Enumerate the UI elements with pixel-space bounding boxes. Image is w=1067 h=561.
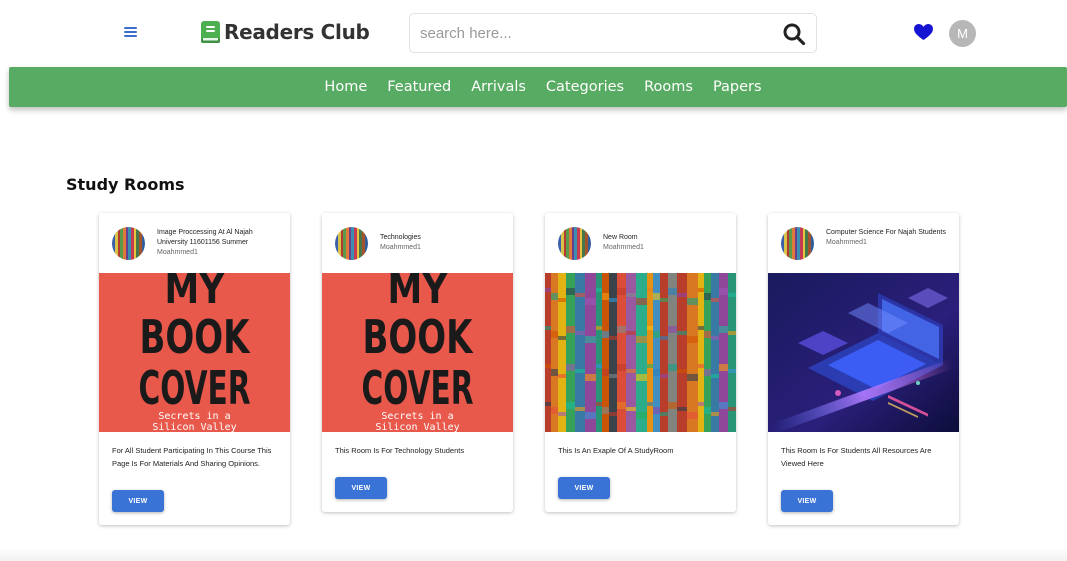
- room-cover-image[interactable]: [545, 273, 736, 432]
- favorites-heart-icon[interactable]: [914, 24, 933, 41]
- nav-arrivals[interactable]: Arrivals: [471, 79, 526, 95]
- cover-line-2: BOOK: [140, 310, 252, 364]
- room-title: Technologies: [380, 234, 421, 241]
- room-title: Image Proccessing At Al Najah University…: [157, 229, 253, 246]
- section-title: Study Rooms: [66, 175, 185, 194]
- room-cover-image[interactable]: [768, 273, 959, 432]
- room-cover-image[interactable]: MY BOOK COVER Secrets in a Silicon Valle…: [322, 273, 513, 432]
- top-bar: Readers Club M: [0, 0, 1067, 66]
- room-owner: Moahmmed1: [603, 244, 644, 251]
- room-owner: Moahmmed1: [157, 249, 198, 256]
- cover-line-3: COVER: [139, 361, 251, 415]
- room-card-header: Computer Science For Najah Students Moah…: [768, 213, 959, 273]
- view-room-button[interactable]: VIEW: [335, 477, 387, 499]
- cover-line-3: COVER: [362, 361, 474, 415]
- room-avatar: [781, 227, 814, 260]
- view-room-button[interactable]: VIEW: [112, 490, 164, 512]
- room-card: Image Proccessing At Al Najah University…: [99, 213, 290, 525]
- cover-subtitle-2: Silicon Valley: [152, 422, 236, 432]
- main-navbar: Home Featured Arrivals Categories Rooms …: [9, 67, 1067, 107]
- room-title: Computer Science For Najah Students: [826, 229, 946, 236]
- room-card: New Room Moahmmed1 This Is An Exaple Of …: [545, 213, 736, 512]
- book-logo-icon: [201, 21, 220, 43]
- cover-subtitle-1: Secrets in a: [381, 411, 453, 422]
- room-card-header: New Room Moahmmed1: [545, 213, 736, 273]
- user-avatar[interactable]: M: [949, 20, 976, 47]
- cover-line-1: MY: [165, 273, 225, 313]
- nav-featured[interactable]: Featured: [387, 79, 451, 95]
- cover-subtitle-2: Silicon Valley: [375, 422, 459, 432]
- room-avatar: [112, 227, 145, 260]
- menu-icon[interactable]: [124, 27, 137, 37]
- room-card-header: Technologies Moahmmed1: [322, 213, 513, 273]
- room-cover-image[interactable]: MY BOOK COVER Secrets in a Silicon Valle…: [99, 273, 290, 432]
- room-owner: Moahmmed1: [380, 244, 421, 251]
- search-icon[interactable]: [782, 22, 806, 46]
- nav-papers[interactable]: Papers: [713, 79, 762, 95]
- nav-rooms[interactable]: Rooms: [644, 79, 693, 95]
- page-bottom-edge: [0, 548, 1067, 561]
- nav-categories[interactable]: Categories: [546, 79, 624, 95]
- search-input[interactable]: [410, 14, 770, 52]
- room-card-header: Image Proccessing At Al Najah University…: [99, 213, 290, 273]
- room-description: This Is An Exaple Of A StudyRoom: [558, 446, 674, 455]
- view-room-button[interactable]: VIEW: [781, 490, 833, 512]
- room-owner: Moahmmed1: [826, 239, 867, 246]
- cover-line-1: MY: [388, 273, 448, 313]
- nav-home[interactable]: Home: [324, 79, 367, 95]
- brand[interactable]: Readers Club: [201, 19, 370, 45]
- search-bar: [409, 13, 817, 53]
- room-card: Technologies Moahmmed1 MY BOOK COVER Sec…: [322, 213, 513, 512]
- cover-subtitle-1: Secrets in a: [158, 411, 230, 422]
- brand-name: Readers Club: [224, 20, 370, 44]
- user-initial: M: [957, 26, 968, 41]
- room-description: This Room Is For Students All Resources …: [781, 446, 932, 468]
- room-avatar: [558, 227, 591, 260]
- room-avatar: [335, 227, 368, 260]
- room-description: For All Student Participating In This Co…: [112, 446, 272, 468]
- view-room-button[interactable]: VIEW: [558, 477, 610, 499]
- cover-line-2: BOOK: [363, 310, 475, 364]
- room-description: This Room Is For Technology Students: [335, 446, 465, 455]
- room-title: New Room: [603, 234, 638, 241]
- room-card: Computer Science For Najah Students Moah…: [768, 213, 959, 525]
